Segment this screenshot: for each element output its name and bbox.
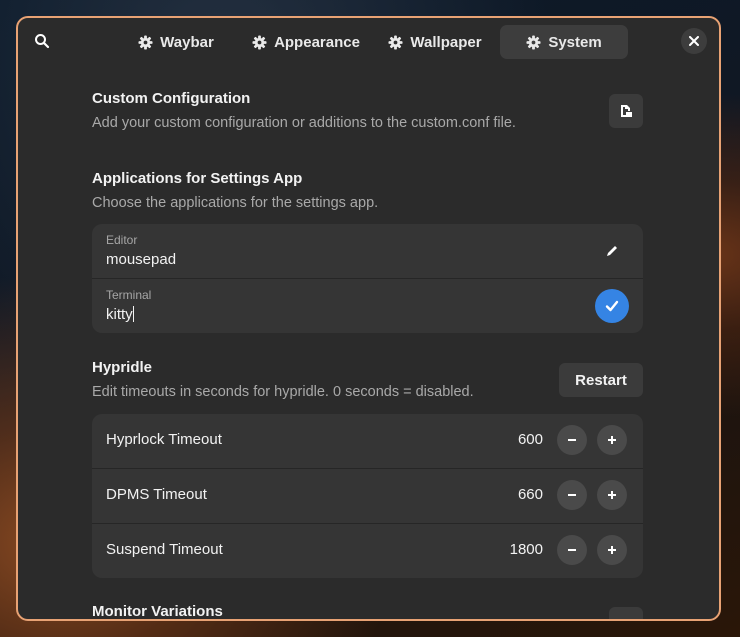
checkmark-icon — [605, 300, 619, 312]
timeout-value[interactable]: 600 — [518, 431, 543, 448]
restart-button[interactable]: Restart — [559, 363, 643, 397]
tab-system[interactable]: System — [500, 25, 628, 59]
gear-icon — [526, 34, 541, 50]
plus-icon — [608, 546, 616, 554]
confirm-terminal-button[interactable] — [595, 289, 629, 323]
hypridle-subtitle: Edit timeouts in seconds for hypridle. 0… — [92, 384, 474, 400]
minus-icon — [568, 549, 576, 551]
hypridle-card: Hyprlock Timeout 600 DPMS Timeout 660 Su… — [92, 414, 643, 578]
header-bar: Waybar Appearance Wallpaper System — [18, 18, 719, 68]
monitor-title: Monitor Variations — [92, 603, 223, 620]
custom-config-subtitle: Add your custom configuration or additio… — [92, 115, 516, 131]
timeout-value[interactable]: 660 — [518, 486, 543, 503]
apps-card: Editor mousepad Terminal kitty — [92, 224, 643, 333]
close-button[interactable] — [681, 28, 707, 54]
gear-icon — [138, 34, 153, 50]
decrement-button[interactable] — [557, 480, 587, 510]
timeout-value[interactable]: 1800 — [510, 541, 543, 558]
timeout-row-dpms: DPMS Timeout 660 — [92, 468, 643, 523]
apps-title: Applications for Settings App — [92, 170, 303, 187]
timeout-row-suspend: Suspend Timeout 1800 — [92, 523, 643, 578]
edit-editor-button[interactable] — [595, 234, 629, 268]
gear-icon — [252, 34, 267, 50]
terminal-input[interactable]: kitty — [106, 306, 134, 323]
decrement-button[interactable] — [557, 535, 587, 565]
increment-button[interactable] — [597, 425, 627, 455]
terminal-value: kitty — [106, 306, 133, 323]
tab-wallpaper[interactable]: Wallpaper — [376, 25, 494, 59]
timeout-label: Hyprlock Timeout — [106, 431, 222, 448]
minus-icon — [568, 494, 576, 496]
hypridle-title: Hypridle — [92, 359, 153, 376]
plus-icon — [621, 619, 631, 621]
tab-system-label: System — [548, 33, 602, 51]
monitor-add-button[interactable] — [609, 607, 643, 621]
timeout-label: Suspend Timeout — [106, 541, 223, 558]
open-custom-config-button[interactable] — [609, 94, 643, 128]
tab-appearance-label: Appearance — [274, 33, 360, 51]
search-icon — [35, 34, 50, 49]
document-edit-icon — [621, 105, 632, 117]
settings-window: Waybar Appearance Wallpaper System Custo… — [16, 16, 721, 621]
close-icon — [689, 36, 699, 46]
increment-button[interactable] — [597, 535, 627, 565]
text-caret — [132, 306, 134, 322]
decrement-button[interactable] — [557, 425, 587, 455]
timeout-row-hyprlock: Hyprlock Timeout 600 — [92, 414, 643, 468]
minus-icon — [568, 439, 576, 441]
terminal-label: Terminal — [106, 288, 152, 302]
apps-subtitle: Choose the applications for the settings… — [92, 195, 379, 211]
editor-row[interactable]: Editor mousepad — [92, 224, 643, 278]
search-button[interactable] — [28, 27, 56, 55]
timeout-label: DPMS Timeout — [106, 486, 207, 503]
terminal-row[interactable]: Terminal kitty — [92, 278, 643, 333]
custom-config-title: Custom Configuration — [92, 90, 251, 107]
tab-waybar[interactable]: Waybar — [121, 25, 231, 59]
plus-icon — [608, 436, 616, 444]
tab-wallpaper-label: Wallpaper — [410, 33, 482, 51]
gear-icon — [388, 34, 403, 50]
tab-waybar-label: Waybar — [160, 33, 214, 51]
increment-button[interactable] — [597, 480, 627, 510]
editor-value: mousepad — [106, 251, 177, 268]
plus-icon — [608, 491, 616, 499]
editor-label: Editor — [106, 233, 138, 247]
tab-appearance[interactable]: Appearance — [241, 25, 371, 59]
pencil-icon — [607, 246, 617, 256]
